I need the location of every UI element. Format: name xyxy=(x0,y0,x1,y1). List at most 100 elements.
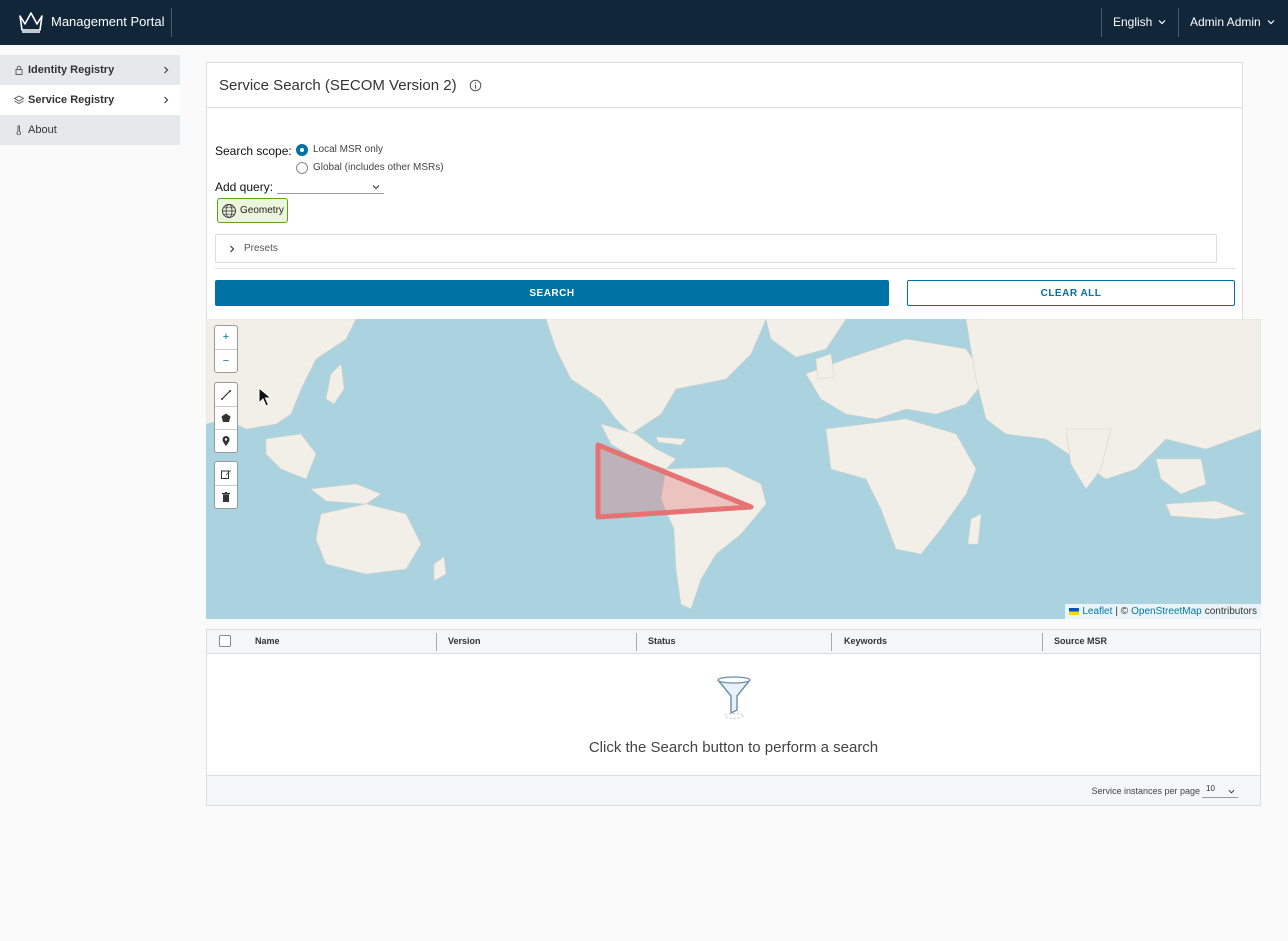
search-button[interactable]: SEARCH xyxy=(215,280,889,306)
add-query-select[interactable] xyxy=(277,180,384,194)
world-map-tiles xyxy=(206,319,1261,610)
openstreetmap-link[interactable]: OpenStreetMap xyxy=(1131,606,1202,617)
sidebar: Identity Registry Service Registry About xyxy=(0,45,180,941)
landmass-southeast-asia xyxy=(265,433,317,480)
filter-funnel-icon xyxy=(717,676,751,719)
search-scope-label: Search scope: xyxy=(215,144,292,158)
page-title: Service Search (SECOM Version 2) xyxy=(219,77,457,94)
zoom-control: + − xyxy=(214,325,238,373)
header-divider xyxy=(1101,8,1102,37)
marker-icon xyxy=(222,436,230,446)
info-icon[interactable] xyxy=(469,79,482,92)
column-header-name[interactable]: Name xyxy=(255,636,280,646)
sidebar-item-label: Service Registry xyxy=(28,94,115,106)
draw-polygon-button[interactable] xyxy=(215,406,237,429)
column-header-keywords[interactable]: Keywords xyxy=(844,636,887,646)
table-footer: Service instances per page 10 xyxy=(207,775,1260,805)
chevron-down-icon xyxy=(1158,20,1166,25)
landmass-australia xyxy=(315,503,422,575)
map-attribution: Leaflet | © OpenStreetMap contributors xyxy=(1065,604,1261,619)
ukraine-flag-icon xyxy=(1069,608,1080,615)
attribution-separator: | © xyxy=(1115,606,1129,617)
presets-label: Presets xyxy=(244,243,278,254)
landmass-north-america xyxy=(545,319,767,435)
trash-icon xyxy=(222,492,230,502)
landmass-uk xyxy=(815,353,835,380)
service-search-panel: Service Search (SECOM Version 2) Search … xyxy=(206,62,1243,320)
column-header-status[interactable]: Status xyxy=(648,636,676,646)
column-resize-handle[interactable] xyxy=(436,633,437,651)
lock-icon xyxy=(15,65,23,75)
edit-icon xyxy=(221,469,231,479)
sidebar-item-about[interactable]: About xyxy=(0,115,180,145)
header-divider xyxy=(171,8,172,37)
per-page-select[interactable]: 10 xyxy=(1202,784,1238,798)
polygon-icon xyxy=(221,413,231,422)
edit-layers-button[interactable] xyxy=(215,462,237,485)
header-divider xyxy=(1178,8,1179,37)
chevron-right-icon xyxy=(230,245,235,252)
scope-local-radio[interactable] xyxy=(296,144,308,156)
landmass-greenland xyxy=(765,319,847,358)
delete-layers-button[interactable] xyxy=(215,485,237,508)
landmass-indonesia xyxy=(310,483,382,505)
sidebar-item-identity-registry[interactable]: Identity Registry xyxy=(0,55,180,85)
scope-global-radio[interactable] xyxy=(296,162,308,174)
column-header-source-msr[interactable]: Source MSR xyxy=(1054,636,1107,646)
column-header-version[interactable]: Version xyxy=(448,636,481,646)
leaflet-link[interactable]: Leaflet xyxy=(1082,606,1112,617)
divider xyxy=(215,268,1235,269)
chevron-right-icon xyxy=(164,66,169,74)
app-title[interactable]: Management Portal xyxy=(51,14,164,29)
thermometer-icon xyxy=(16,125,21,135)
column-resize-handle[interactable] xyxy=(636,633,637,651)
edit-toolbar xyxy=(214,461,238,509)
sidebar-item-label: Identity Registry xyxy=(28,64,115,76)
mouse-cursor-icon xyxy=(258,387,272,407)
sidebar-item-service-registry[interactable]: Service Registry xyxy=(0,85,180,115)
column-resize-handle[interactable] xyxy=(831,633,832,651)
landmass-africa xyxy=(825,418,977,555)
sidebar-item-label: About xyxy=(28,124,57,136)
scope-global-label[interactable]: Global (includes other MSRs) xyxy=(313,162,444,173)
polyline-icon xyxy=(221,389,231,400)
layers-icon xyxy=(14,95,24,105)
draw-marker-button[interactable] xyxy=(215,429,237,452)
scope-local-label[interactable]: Local MSR only xyxy=(313,144,383,155)
chevron-down-icon xyxy=(1228,789,1235,794)
draw-toolbar xyxy=(214,382,238,453)
chevron-down-icon xyxy=(372,185,380,190)
select-all-checkbox[interactable] xyxy=(219,635,231,647)
landmass-asia xyxy=(965,319,1261,480)
landmass-new-zealand xyxy=(433,556,447,582)
chevron-down-icon xyxy=(1267,20,1275,25)
landmass-madagascar xyxy=(967,513,982,545)
clear-all-button[interactable]: CLEAR ALL xyxy=(907,280,1235,306)
presets-accordion[interactable]: Presets xyxy=(215,234,1217,263)
per-page-label: Service instances per page xyxy=(1091,786,1200,796)
panel-divider xyxy=(207,107,1242,108)
geometry-query-chip[interactable]: Geometry xyxy=(217,198,288,223)
attribution-contributors: contributors xyxy=(1204,606,1257,617)
chevron-right-icon xyxy=(164,96,169,104)
landmass-japan xyxy=(325,363,345,405)
globe-icon xyxy=(222,203,236,218)
user-name: Admin Admin xyxy=(1190,15,1261,29)
crown-logo-icon[interactable] xyxy=(18,10,44,34)
draw-polyline-button[interactable] xyxy=(215,383,237,406)
landmass-caribbean xyxy=(655,436,687,446)
language-label: English xyxy=(1113,15,1153,29)
map[interactable]: + − Leaflet | © OpenStreetMap contributo… xyxy=(206,319,1261,619)
zoom-out-button[interactable]: − xyxy=(215,349,237,371)
column-resize-handle[interactable] xyxy=(1042,633,1043,651)
user-menu-dropdown[interactable]: Admin Admin xyxy=(1190,15,1275,29)
add-query-label: Add query: xyxy=(215,180,274,194)
landmass-indonesia-right xyxy=(1165,500,1248,520)
language-dropdown[interactable]: English xyxy=(1113,15,1166,29)
results-datagrid: Name Version Status Keywords Source MSR … xyxy=(206,629,1261,806)
landmass-southeast-asia-right xyxy=(1155,458,1207,495)
chip-label: Geometry xyxy=(240,205,284,216)
zoom-in-button[interactable]: + xyxy=(215,326,237,348)
table-header: Name Version Status Keywords Source MSR xyxy=(207,630,1260,654)
landmass-europe xyxy=(805,338,987,420)
